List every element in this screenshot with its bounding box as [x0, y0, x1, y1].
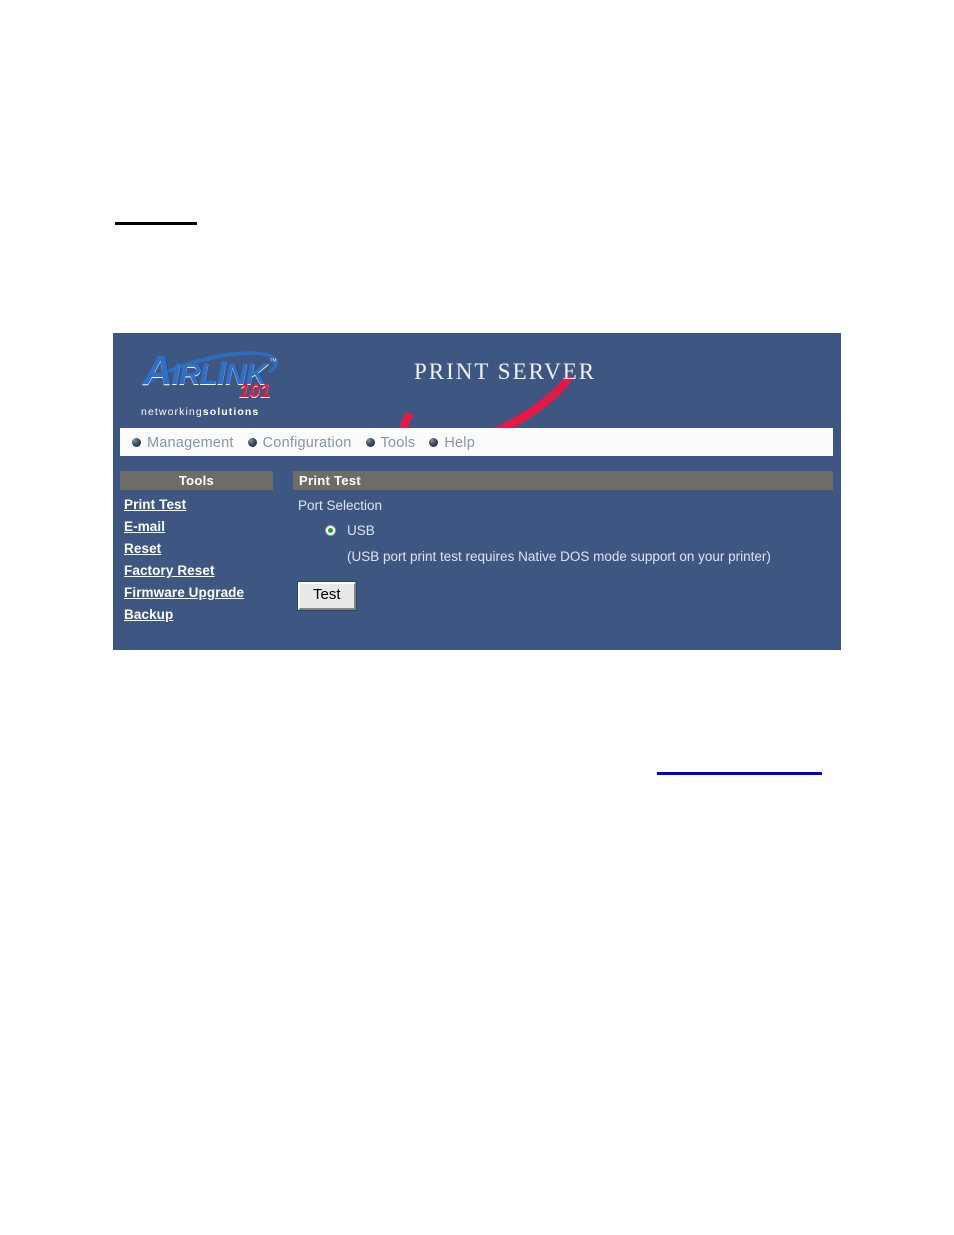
- product-title-block: PRINT SERVER: [382, 313, 688, 477]
- nav-item-management[interactable]: Management: [132, 435, 234, 451]
- product-title: PRINT SERVER: [414, 359, 597, 384]
- nav-label: Tools: [380, 434, 416, 451]
- tagline-light: networking: [141, 406, 203, 418]
- nav-label: Help: [444, 434, 475, 451]
- nav-item-tools[interactable]: Tools: [365, 434, 416, 451]
- print-server-web-ui-panel: AIRLINK ™ 101 networkingsolutions PRINT …: [113, 313, 841, 650]
- sidebar-item-print-test[interactable]: Print Test: [120, 497, 273, 512]
- usb-note-text: (USB port print test requires Native DOS…: [347, 549, 771, 564]
- airlink-logo: AIRLINK ™ 101 networkingsolutions: [131, 339, 311, 425]
- ui-body-region: Tools Print Test E-mail Reset Factory Re…: [113, 455, 841, 650]
- logo-tagline: networkingsolutions: [141, 406, 259, 418]
- sidebar-item-firmware-upgrade[interactable]: Firmware Upgrade: [120, 585, 273, 600]
- nav-item-help[interactable]: Help: [429, 435, 475, 451]
- bullet-icon: [365, 438, 375, 447]
- bullet-icon: [247, 438, 257, 447]
- logo-model-number: 101: [239, 381, 271, 402]
- nav-label: Management: [147, 434, 234, 451]
- bullet-icon: [132, 438, 141, 447]
- content-panel-title: Print Test: [293, 471, 833, 490]
- sidebar-title: Tools: [120, 471, 273, 490]
- trademark-symbol: ™: [269, 357, 277, 366]
- print-test-content: Print Test Port Selection USB (USB port …: [293, 471, 833, 611]
- port-radio-row[interactable]: USB: [293, 523, 833, 538]
- tools-sidebar: Tools Print Test E-mail Reset Factory Re…: [120, 471, 273, 622]
- port-selection-label: Port Selection: [298, 498, 383, 513]
- redacted-heading-rule: [115, 222, 197, 225]
- usb-radio-button[interactable]: [325, 525, 336, 536]
- bullet-icon: [429, 438, 439, 447]
- sidebar-item-email[interactable]: E-mail: [120, 519, 273, 534]
- redacted-link-rule: [657, 772, 822, 775]
- sidebar-item-factory-reset[interactable]: Factory Reset: [120, 563, 273, 578]
- nav-label: Configuration: [262, 434, 352, 451]
- test-button-wrapper: Test: [293, 581, 833, 611]
- usb-radio-label: USB: [347, 523, 375, 538]
- main-navigation-bar: Management Configuration Tools Help: [120, 428, 833, 456]
- nav-item-configuration[interactable]: Configuration: [247, 434, 352, 451]
- test-button[interactable]: Test: [297, 581, 357, 611]
- ui-header-band: AIRLINK ™ 101 networkingsolutions PRINT …: [113, 313, 841, 477]
- sidebar-item-backup[interactable]: Backup: [120, 607, 273, 622]
- tagline-bold: solutions: [202, 406, 260, 418]
- sidebar-item-reset[interactable]: Reset: [120, 541, 273, 556]
